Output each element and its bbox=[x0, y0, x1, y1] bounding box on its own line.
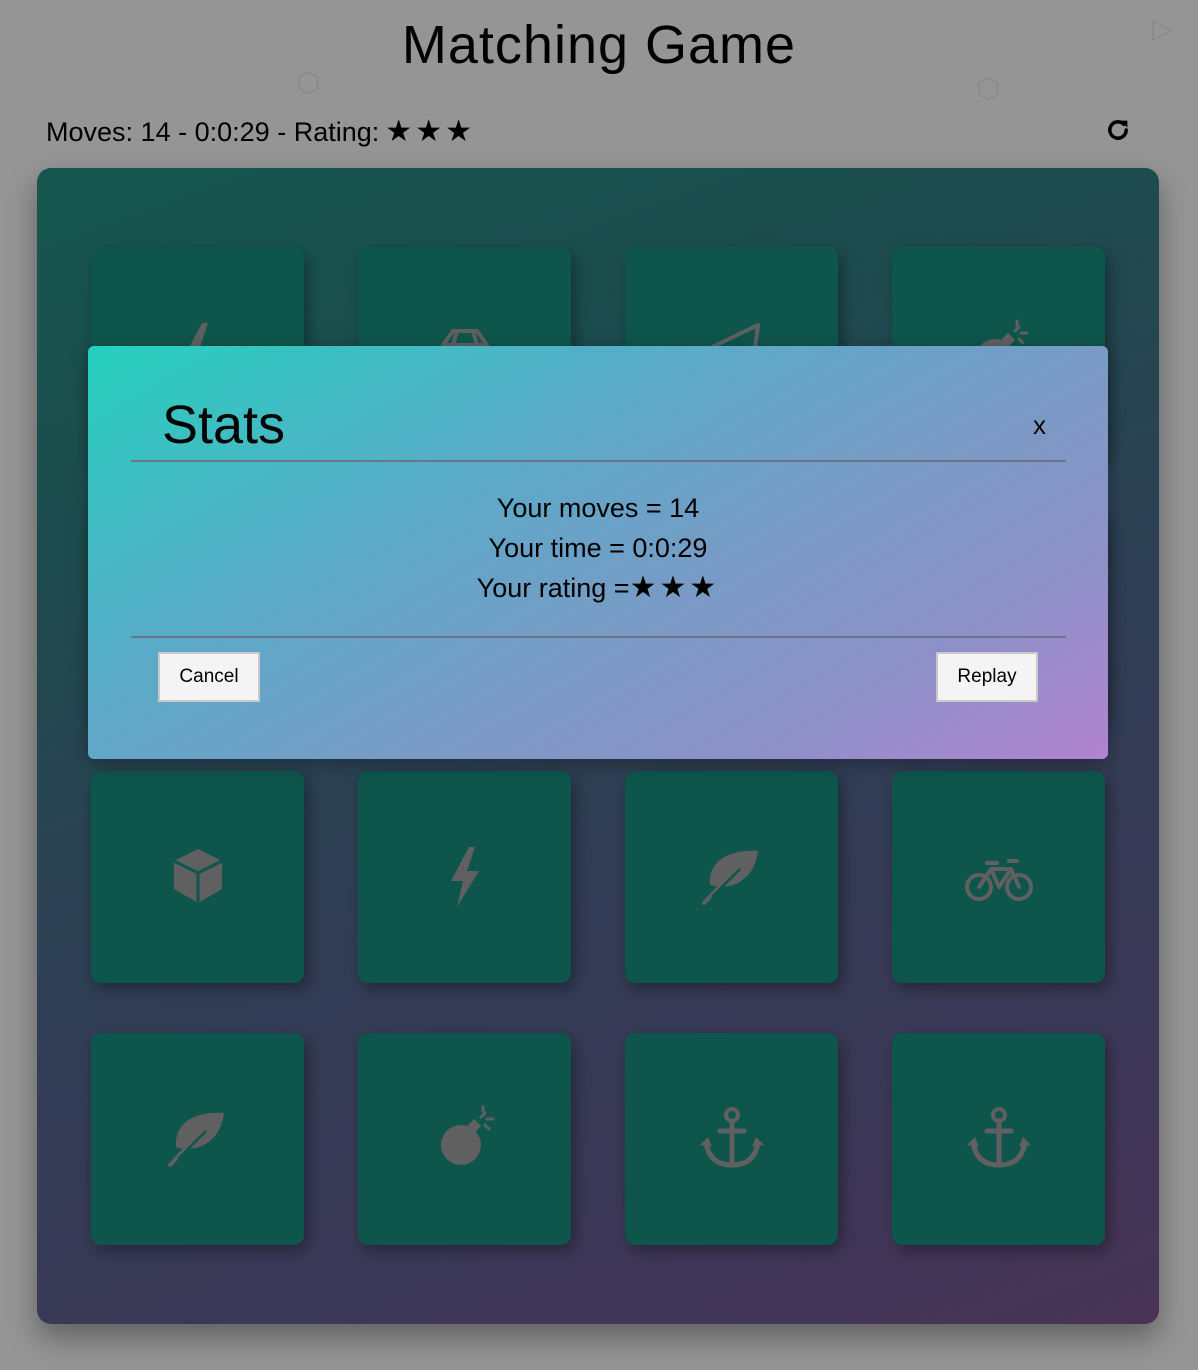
modal-close-button[interactable]: x bbox=[1033, 410, 1046, 441]
cancel-button[interactable]: Cancel bbox=[158, 652, 260, 702]
stat-rating-label: Your rating = bbox=[476, 573, 630, 603]
stat-rating: Your rating =★ ★ ★ bbox=[88, 568, 1108, 608]
stats-modal: Stats x Your moves = 14 Your time = 0:0:… bbox=[88, 346, 1108, 759]
replay-button[interactable]: Replay bbox=[936, 652, 1038, 702]
modal-divider bbox=[131, 460, 1066, 462]
star-icon: ★ bbox=[659, 571, 687, 604]
stat-moves: Your moves = 14 bbox=[496, 493, 700, 523]
modal-body: Your moves = 14 Your time = 0:0:29 Your … bbox=[88, 488, 1108, 608]
modal-divider bbox=[131, 636, 1066, 638]
modal-title: Stats bbox=[162, 395, 286, 455]
star-icon: ★ bbox=[689, 571, 717, 604]
stat-time: Your time = 0:0:29 bbox=[488, 533, 708, 563]
star-icon: ★ bbox=[629, 571, 657, 604]
